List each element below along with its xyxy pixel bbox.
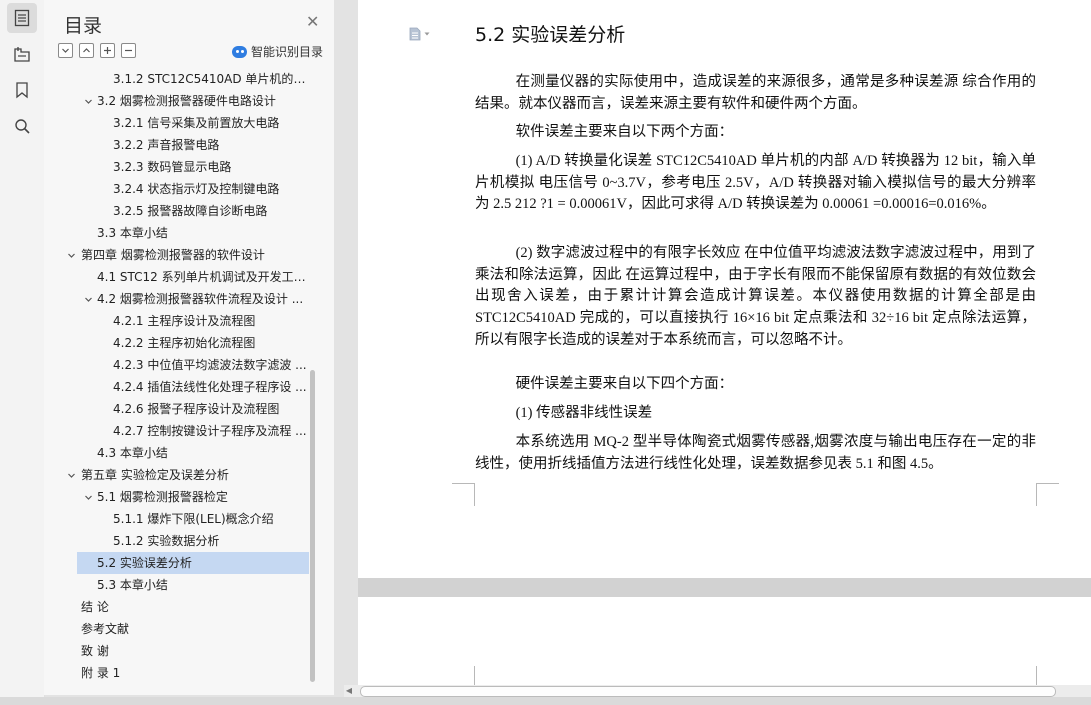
toc-item[interactable]: 5.1.2 实验数据分析 bbox=[113, 530, 308, 552]
margin-corner-mark bbox=[452, 666, 475, 685]
chevron-down-icon[interactable] bbox=[83, 288, 93, 310]
paragraph: 硬件误差主要来自以下四个方面： bbox=[515, 376, 734, 392]
toc-icon[interactable] bbox=[7, 3, 37, 33]
toc-item[interactable]: 3.2 烟雾检测报警器硬件电路设计 bbox=[97, 90, 308, 112]
paragraph: 本系统选用 MQ-2 型半导体陶瓷式烟雾传感器,烟雾浓度与输出电压存在一定的非线… bbox=[475, 434, 1036, 472]
dropdown-icon bbox=[424, 32, 430, 36]
navigation-pane-icon[interactable] bbox=[7, 39, 37, 69]
toc-item[interactable]: 4.2.4 插值法线性化处理子程序设 ... bbox=[113, 376, 308, 398]
toc-panel: 目录 ✕ 智能识别目录 3.1.2 STC12C5410AD 单片机的 ... … bbox=[44, 0, 334, 695]
smart-recognize-label: 智能识别目录 bbox=[251, 45, 324, 59]
toc-item[interactable]: 4.2.2 主程序初始化流程图 bbox=[113, 332, 308, 354]
paragraph: (2) 数字滤波过程中的有限字长效应 在中位值平均滤波法数字滤波过程中，用到了乘… bbox=[475, 245, 1036, 348]
page-separator bbox=[358, 578, 1091, 597]
toc-item[interactable]: 4.2.1 主程序设计及流程图 bbox=[113, 310, 308, 332]
toc-item[interactable]: 5.1 烟雾检测报警器检定 bbox=[97, 486, 308, 508]
toc-item-selected[interactable]: 5.2 实验误差分析 bbox=[77, 552, 309, 574]
chevron-down-icon[interactable] bbox=[66, 244, 76, 266]
smart-recognize-icon bbox=[232, 45, 247, 58]
document-icon bbox=[409, 27, 421, 41]
toc-list: 3.1.2 STC12C5410AD 单片机的 ... 3.2 烟雾检测报警器硬… bbox=[44, 68, 312, 690]
chevron-down-icon[interactable] bbox=[83, 90, 93, 112]
margin-corner-mark bbox=[1036, 483, 1059, 506]
expand-all-button[interactable] bbox=[79, 43, 94, 58]
toc-item[interactable]: 附 录 1 bbox=[81, 662, 308, 684]
search-icon[interactable] bbox=[7, 111, 37, 141]
left-toolbar bbox=[0, 0, 45, 705]
toc-item[interactable]: 第五章 实验检定及误差分析 bbox=[81, 464, 308, 486]
toc-item[interactable]: 4.2.6 报警子程序设计及流程图 bbox=[113, 398, 308, 420]
toc-item[interactable]: 结 论 bbox=[81, 596, 308, 618]
toc-item[interactable]: 3.2.2 声音报警电路 bbox=[113, 134, 308, 156]
smart-recognize-toc-button[interactable]: 智能识别目录 bbox=[232, 43, 323, 60]
toc-item[interactable]: 4.2.7 控制按键设计子程序及流程 ... bbox=[113, 420, 308, 442]
close-icon[interactable]: ✕ bbox=[306, 14, 319, 30]
toc-item[interactable]: 3.1.2 STC12C5410AD 单片机的 ... bbox=[113, 68, 308, 90]
toc-item[interactable]: 3.3 本章小结 bbox=[97, 222, 308, 244]
toc-item[interactable]: 4.1 STC12 系列单片机调试及开发工 ... bbox=[97, 266, 308, 288]
toc-toolbar bbox=[58, 43, 136, 58]
margin-corner-mark bbox=[452, 483, 475, 506]
chevron-down-icon[interactable] bbox=[66, 464, 76, 486]
toc-item[interactable]: 5.3 本章小结 bbox=[97, 574, 308, 596]
margin-corner-mark bbox=[1036, 666, 1059, 685]
toc-item[interactable]: 参考文献 bbox=[81, 618, 308, 640]
toc-scrollbar[interactable] bbox=[310, 370, 315, 682]
toc-title: 目录 bbox=[64, 15, 103, 37]
horizontal-scrollbar-thumb[interactable] bbox=[360, 686, 1056, 697]
toc-item[interactable]: 4.2.3 中位值平均滤波法数字滤波 ... bbox=[113, 354, 308, 376]
paragraph-menu[interactable] bbox=[409, 27, 430, 41]
status-bar bbox=[0, 697, 1091, 705]
paragraph: (1) A/D 转换量化误差 STC12C5410AD 单片机的内部 A/D 转… bbox=[475, 153, 1036, 213]
toc-item[interactable]: 4.3 本章小结 bbox=[97, 442, 308, 464]
paragraph: (1) 传感器非线性误差 bbox=[515, 405, 653, 421]
collapse-all-button[interactable] bbox=[58, 43, 73, 58]
toc-item[interactable]: 5.1.1 爆炸下限(LEL)概念介绍 bbox=[113, 508, 308, 530]
add-heading-button[interactable] bbox=[100, 43, 115, 58]
toc-item[interactable]: 3.2.4 状态指示灯及控制键电路 bbox=[113, 178, 308, 200]
chevron-down-icon[interactable] bbox=[83, 486, 93, 508]
toc-item[interactable]: 3.2.3 数码管显示电路 bbox=[113, 156, 308, 178]
paragraph: 软件误差主要来自以下两个方面： bbox=[515, 124, 734, 140]
scroll-left-arrow-icon[interactable]: ◀ bbox=[344, 686, 354, 696]
section-heading: 5.2 实验误差分析 bbox=[475, 24, 626, 46]
remove-heading-button[interactable] bbox=[121, 43, 136, 58]
toc-item[interactable]: 致 谢 bbox=[81, 640, 308, 662]
paragraph: 在测量仪器的实际使用中，造成误差的来源很多，通常是多种误差源 综合作用的结果。就… bbox=[475, 74, 1036, 112]
toc-item[interactable]: 第四章 烟雾检测报警器的软件设计 bbox=[81, 244, 308, 266]
toc-item[interactable]: 3.2.1 信号采集及前置放大电路 bbox=[113, 112, 308, 134]
bookmark-icon[interactable] bbox=[7, 75, 37, 105]
toc-item[interactable]: 3.2.5 报警器故障自诊断电路 bbox=[113, 200, 308, 222]
toc-item[interactable]: 4.2 烟雾检测报警器软件流程及设计 ... bbox=[97, 288, 308, 310]
